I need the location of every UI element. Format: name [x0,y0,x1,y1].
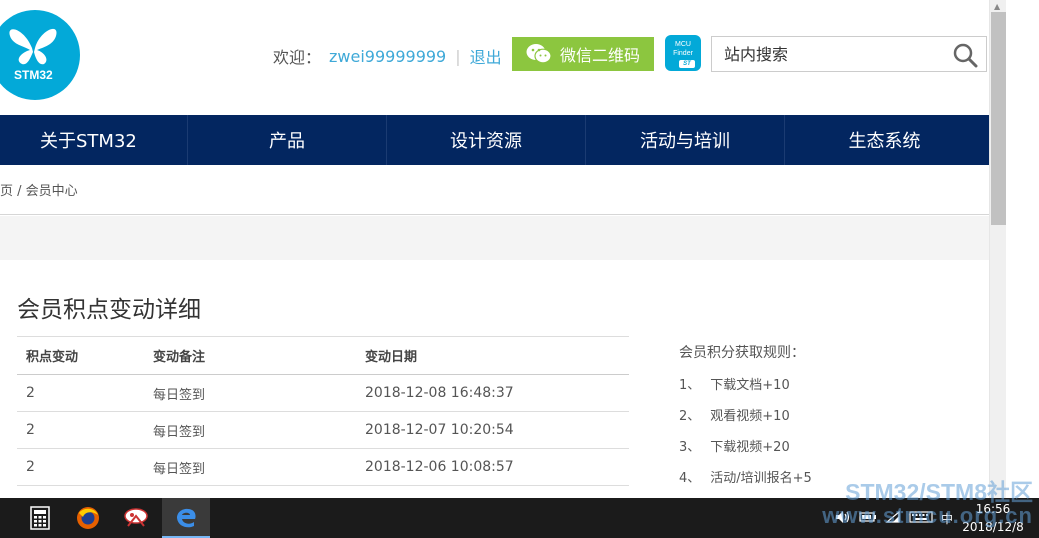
column-header-date: 变动日期 [356,336,629,375]
cell-date: 2018-12-07 10:20:54 [356,411,629,449]
site-search [711,36,987,72]
cell-remark: 每日签到 [144,411,356,449]
separator: | [455,46,461,66]
rules-title: 会员积分获取规则： [679,345,805,361]
list-item: 2、 观看视频+10 [679,405,812,436]
system-tray: 中 [835,498,953,538]
rules-list: 1、 下载文档+10 2、 观看视频+10 3、 下载视频+20 4、 活动/培训报名+… [679,374,812,498]
breadcrumb: 页 / 会员中心 [0,165,989,215]
nav-item-about-stm32[interactable]: 关于STM32 [0,115,188,165]
cell-remark: 每日签到 [144,448,356,486]
search-input[interactable] [712,37,932,71]
rule-number: 1、 [679,378,701,393]
table-row: 2 每日签到 2018-12-08 16:48:37 [17,374,629,412]
wechat-button-label: 微信二维码 [560,46,641,65]
wechat-icon [526,43,552,65]
list-item: 1、 下载文档+10 [679,374,812,405]
mcu-badge-line2: Finder [673,50,693,57]
mcu-badge-line1: MCU [675,41,691,48]
welcome-label: 欢迎： [273,48,322,67]
rule-text: 下载视频+20 [710,440,790,455]
table-row: 2 每日签到 2018-12-06 10:08:57 [17,448,629,486]
cell-change: 2 [17,448,144,486]
firefox-icon[interactable] [64,498,112,538]
welcome-bar: 欢迎： zwei99999999 | 退出 [273,44,502,68]
mcu-finder-badge[interactable]: MCU Finder ST [665,35,701,71]
ime-indicator[interactable]: 中 [941,510,953,527]
member-points-section: 会员积点变动详细 积点变动 变动备注 变动日期 2 每日签到 2018-12-0… [0,260,989,498]
rule-text: 观看视频+10 [710,409,790,424]
st-logo-icon: ST [679,60,695,68]
points-rules: 会员积分获取规则： 1、 下载文档+10 2、 观看视频+10 3、 下载视频+20 … [679,342,812,498]
wifi-icon[interactable] [885,510,901,527]
table-row: 2 每日签到 2018-12-07 10:20:54 [17,411,629,449]
nav-item-products[interactable]: 产品 [188,115,387,165]
rule-number: 2、 [679,409,701,424]
main-nav: 关于STM32 产品 设计资源 活动与培训 生态系统 [0,115,989,165]
username-link[interactable]: zwei99999999 [329,47,446,66]
clock-date: 2018/12/8 [962,520,1024,534]
cell-change: 2 [17,411,144,449]
taskbar-clock[interactable]: 16:56 2018/12/8 [958,500,1028,536]
table-header-row: 积点变动 变动备注 变动日期 [17,336,629,375]
wechat-qrcode-button[interactable]: 微信二维码 [512,37,654,71]
butterfly-icon [9,28,57,65]
search-icon[interactable] [952,42,978,72]
battery-icon[interactable] [859,511,877,526]
keyboard-icon[interactable] [909,510,933,526]
nav-item-events-training[interactable]: 活动与培训 [586,115,785,165]
rule-number: 4、 [679,471,701,486]
rule-text: 活动/培训报名+5 [710,471,812,486]
cell-change: 2 [17,374,144,412]
nav-item-ecosystem[interactable]: 生态系统 [785,115,984,165]
site-header: STM32 欢迎： zwei99999999 | 退出 微信二维码 MCU Fi… [0,0,989,115]
rule-text: 下载文档+10 [710,378,790,393]
scrollbar-thumb[interactable] [991,12,1006,225]
logout-link[interactable]: 退出 [470,44,502,68]
stm32-logo[interactable]: STM32 [0,10,80,100]
nav-item-design-resources[interactable]: 设计资源 [387,115,586,165]
edge-browser-icon[interactable] [162,498,210,538]
volume-icon[interactable] [835,510,851,527]
logo-text: STM32 [14,68,53,82]
cell-remark: 每日签到 [144,374,356,412]
cell-date: 2018-12-08 16:48:37 [356,374,629,412]
clock-time: 16:56 [975,502,1011,516]
vertical-scrollbar[interactable]: ▲ [989,0,1006,498]
page-title: 会员积点变动详细 [17,297,201,323]
column-header-change: 积点变动 [17,336,144,375]
window-edge [1006,0,1039,498]
section-divider-band [0,216,989,260]
windows-taskbar: 中 16:56 2018/12/8 [0,498,1039,538]
snipping-tool-icon[interactable] [112,498,160,538]
rule-number: 3、 [679,440,701,455]
list-item: 3、 下载视频+20 [679,436,812,467]
points-table: 积点变动 变动备注 变动日期 2 每日签到 2018-12-08 16:48:3… [17,336,629,486]
cell-date: 2018-12-06 10:08:57 [356,448,629,486]
list-item: 4、 活动/培训报名+5 [679,467,812,498]
column-header-remark: 变动备注 [144,336,356,375]
calculator-icon[interactable] [16,498,64,538]
scroll-up-arrow-icon[interactable]: ▲ [994,2,1000,11]
breadcrumb-text[interactable]: 页 / 会员中心 [0,180,78,199]
